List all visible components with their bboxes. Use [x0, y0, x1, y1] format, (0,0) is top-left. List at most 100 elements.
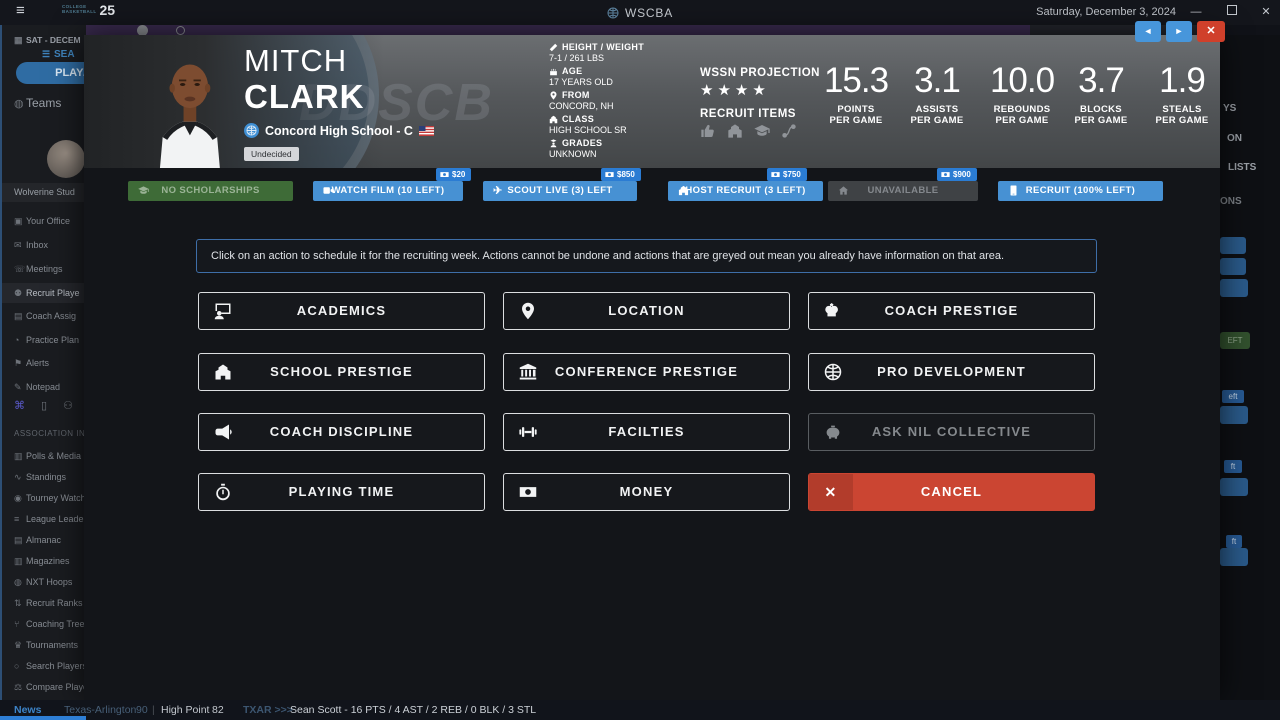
background-button-fragment: [1220, 237, 1246, 254]
sidebar-item-meetings[interactable]: ☏Meetings: [2, 259, 86, 279]
sidebar-item-magazines[interactable]: ▥Magazines: [2, 551, 86, 571]
bio-class: CLASS HIGH SCHOOL SR: [549, 114, 719, 135]
ruler-icon: [549, 43, 558, 52]
trash-icon[interactable]: ▯: [41, 399, 47, 415]
phone-icon: [1008, 185, 1019, 196]
projection-label: WSSN PROJECTION: [700, 67, 820, 79]
magazine-icon: ▥: [14, 551, 26, 571]
sidebar-item-recruit-ranks[interactable]: ⇅Recruit Ranks: [2, 593, 86, 613]
stat-points: 15.3 POINTSPER GAME: [811, 61, 901, 126]
plane-icon: ✈: [493, 181, 503, 201]
notice-message: Click on an action to schedule it for th…: [196, 239, 1097, 273]
coach-avatar[interactable]: [47, 140, 85, 178]
unavailable-button[interactable]: UNAVAILABLE: [828, 181, 978, 201]
recruit-button[interactable]: RECRUIT (100% LEFT): [998, 181, 1163, 201]
sidebar-item-tournaments[interactable]: ♛Tournaments: [2, 635, 86, 655]
graduate-icon: [549, 139, 558, 148]
sidebar-item-search-players[interactable]: ○Search Players: [2, 656, 86, 676]
graduation-cap-icon: [754, 123, 770, 139]
app-window: ≡ COLLEGE BASKETBALL 25 WSCBA Saturday, …: [0, 0, 1280, 720]
background-fragment: YS: [1223, 103, 1236, 114]
location-button[interactable]: LOCATION: [503, 292, 790, 330]
pro-development-button[interactable]: PRO DEVELOPMENT: [808, 353, 1095, 391]
sidebar-item-inbox[interactable]: ✉Inbox: [2, 235, 86, 255]
sidebar-item-coach-assignments[interactable]: ▤Coach Assig: [2, 306, 86, 326]
ranks-icon: ⇅: [14, 593, 26, 613]
stopwatch-icon: [214, 483, 232, 501]
bracket-icon: ◉: [14, 488, 26, 508]
hamburger-menu-icon[interactable]: ≡: [16, 2, 25, 19]
money-button[interactable]: MONEY: [503, 473, 790, 511]
cancel-button[interactable]: ✕ CANCEL: [808, 473, 1095, 511]
app-title: WSCBA: [625, 6, 673, 20]
background-fragment: LISTS: [1228, 162, 1256, 173]
sidebar-item-practice-plans[interactable]: ◔Practice Plan: [2, 330, 86, 350]
recruit-action-modal: DDSCB MITCH CLARK: [84, 35, 1220, 700]
chalkboard-user-icon: [214, 302, 232, 320]
sidebar-item-compare-players[interactable]: ⚖Compare Playe: [2, 677, 86, 697]
background-fragment: ON: [1227, 133, 1242, 144]
sidebar-item-standings[interactable]: ∿Standings: [2, 467, 86, 487]
price-badge: $20: [436, 168, 471, 181]
playing-time-button[interactable]: PLAYING TIME: [198, 473, 485, 511]
pencil-icon: ✎: [14, 377, 26, 397]
bio-from: FROM CONCORD, NH: [549, 90, 719, 111]
background-button-fragment: [1220, 279, 1248, 297]
court-icon[interactable]: ⌘: [14, 399, 25, 415]
scout-live-button[interactable]: ✈ SCOUT LIVE (3) LEFT: [483, 181, 637, 201]
landmark-icon: [519, 363, 537, 381]
compare-icon: ⚖: [14, 677, 26, 697]
dumbbell-icon: [519, 423, 537, 441]
sidebar-item-coaching-trees[interactable]: ⑂Coaching Trees: [2, 614, 86, 634]
play-sim-button[interactable]: PLAY/SI: [16, 62, 86, 84]
school-icon: [727, 123, 743, 139]
modal-close-button[interactable]: ✕: [1197, 21, 1225, 42]
sidebar-item-recruit-players[interactable]: ⚉Recruit Playe: [2, 283, 86, 303]
conference-prestige-button[interactable]: CONFERENCE PRESTIGE: [503, 353, 790, 391]
sidebar-item-polls-media[interactable]: ▥Polls & Media: [2, 446, 86, 466]
sidebar-item-almanac[interactable]: ▤Almanac: [2, 530, 86, 550]
book-icon: ▤: [14, 530, 26, 550]
background-badge-fragment: eft: [1222, 390, 1244, 403]
modal-prev-button[interactable]: ◄: [1135, 21, 1161, 42]
school-prestige-button[interactable]: SCHOOL PRESTIGE: [198, 353, 485, 391]
sidebar-item-notepad[interactable]: ✎Notepad: [2, 377, 86, 397]
ask-nil-collective-button[interactable]: ASK NIL COLLECTIVE: [808, 413, 1095, 451]
sidebar-team-name[interactable]: Wolverine Stud: [2, 183, 86, 202]
sidebar-item-your-office[interactable]: ▣Your Office: [2, 211, 86, 231]
money-icon: [605, 170, 614, 179]
piggy-bank-icon: [824, 423, 842, 441]
host-recruit-button[interactable]: HOST RECRUIT (3 LEFT): [668, 181, 823, 201]
cake-icon: [549, 67, 558, 76]
ticker-tag: TXAR >>>: [243, 700, 293, 720]
maximize-button[interactable]: [1222, 0, 1242, 25]
chart-icon: ∿: [14, 467, 26, 487]
facilities-button[interactable]: FACILTIES: [503, 413, 790, 451]
bio-age: AGE 17 YEARS OLD: [549, 66, 719, 87]
sidebar-search[interactable]: ☰SEA: [2, 44, 86, 64]
watch-film-button[interactable]: WATCH FILM (10 LEFT): [313, 181, 463, 201]
ticker-accent-bar: [0, 716, 86, 720]
recruits-icon: ⚉: [14, 283, 26, 303]
sidebar-item-league-leaders[interactable]: ≡League Leaders: [2, 509, 86, 529]
academics-button[interactable]: ACADEMICS: [198, 292, 485, 330]
coach-prestige-button[interactable]: ♚ COACH PRESTIGE: [808, 292, 1095, 330]
sidebar-item-alerts[interactable]: ⚑Alerts: [2, 353, 86, 373]
coach-discipline-button[interactable]: COACH DISCIPLINE: [198, 413, 485, 451]
people-icon[interactable]: ⚇: [63, 399, 73, 415]
no-scholarships-button[interactable]: NO SCHOLARSHIPS: [128, 181, 293, 201]
background-button-fragment: [1220, 406, 1248, 424]
ticker-stat-line: Sean Scott - 16 PTS / 4 AST / 2 REB / 0 …: [290, 700, 536, 720]
title-bar: ≡ COLLEGE BASKETBALL 25 WSCBA Saturday, …: [0, 0, 1280, 25]
background-badge-fragment: ft: [1224, 460, 1242, 473]
sidebar-item-teams[interactable]: ◍Teams: [2, 93, 86, 113]
sidebar-item-tourney-watch[interactable]: ◉Tourney Watch: [2, 488, 86, 508]
logo-year: 25: [100, 2, 116, 18]
home-team: High Point: [161, 700, 209, 720]
map-pin-icon: [519, 302, 537, 320]
modal-next-button[interactable]: ►: [1166, 21, 1192, 42]
background-button-fragment: [1220, 548, 1248, 566]
sidebar-item-nxt-hoops[interactable]: ◍NXT Hoops: [2, 572, 86, 592]
player-banner: DDSCB MITCH CLARK: [84, 35, 1220, 168]
close-window-button[interactable]: ✕: [1256, 0, 1276, 25]
